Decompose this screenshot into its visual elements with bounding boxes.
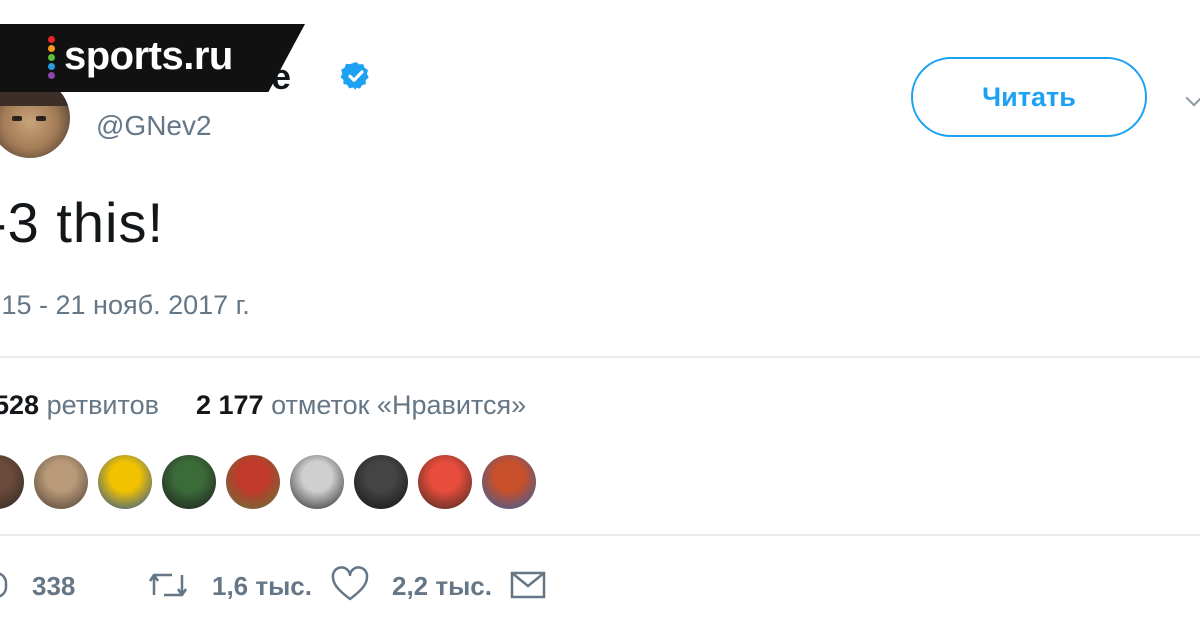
reply-count: 338 <box>32 571 76 601</box>
retweet-icon[interactable] <box>146 565 190 605</box>
chevron-down-icon[interactable] <box>1185 89 1200 107</box>
follow-button[interactable]: Читать <box>911 57 1147 137</box>
liker-avatar-8[interactable] <box>418 455 472 509</box>
like-count: 2,2 тыс. <box>392 571 492 601</box>
retweets-label[interactable]: ретвитов <box>47 390 159 420</box>
divider <box>0 534 1200 536</box>
liker-avatar-4[interactable] <box>162 455 216 509</box>
liker-avatar-5[interactable] <box>226 455 280 509</box>
likes-label[interactable]: отметок «Нравится» <box>271 390 526 420</box>
author-handle[interactable]: @GNev2 <box>96 110 212 142</box>
liker-avatar-1[interactable] <box>0 455 24 509</box>
divider <box>0 356 1200 358</box>
liker-avatar-2[interactable] <box>34 455 88 509</box>
sports-ru-logo: sports.ru <box>0 24 305 92</box>
tweet-text: -3 this! <box>0 191 165 254</box>
logo-dots <box>48 36 56 82</box>
liker-avatar-3[interactable] <box>98 455 152 509</box>
reply-icon[interactable] <box>0 565 12 605</box>
liker-avatar-9[interactable] <box>482 455 536 509</box>
heart-icon[interactable] <box>330 565 370 605</box>
retweet-count: 1,6 тыс. <box>212 571 312 601</box>
tweet-stats: 528 ретвитов 2 177 отметок «Нравится» <box>0 390 526 421</box>
tweet-actions: 338 1,6 тыс. 2,2 тыс. <box>0 565 1200 609</box>
retweets-count[interactable]: 528 <box>0 390 39 420</box>
tweet-page: lle @GNev2 sports.ru Читать -3 this! :15… <box>0 0 1200 630</box>
liker-avatar-6[interactable] <box>290 455 344 509</box>
likes-count[interactable]: 2 177 <box>196 390 264 420</box>
liker-avatar-7[interactable] <box>354 455 408 509</box>
mail-icon[interactable] <box>510 565 546 605</box>
tweet-timestamp[interactable]: :15 - 21 нояб. 2017 г. <box>0 290 250 321</box>
verified-badge-icon <box>340 62 369 90</box>
logo-text: sports.ru <box>64 34 233 78</box>
